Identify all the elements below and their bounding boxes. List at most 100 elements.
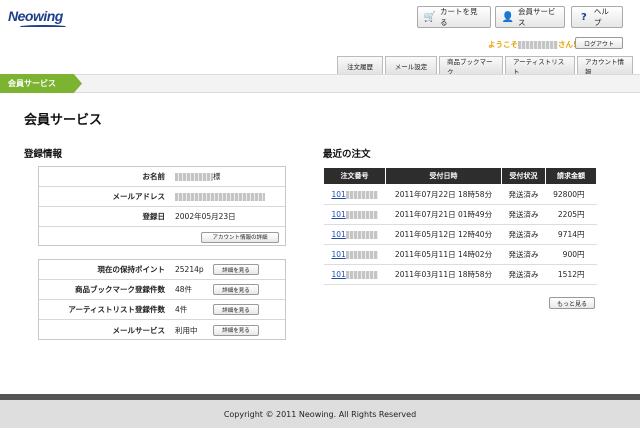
- registration-heading: 登録情報: [24, 149, 63, 160]
- table-row: 101 2011年07月22日 18時58分 発送済み 92800円: [323, 184, 597, 205]
- logout-button[interactable]: ログアウト: [575, 37, 623, 49]
- points-value: 25214p: [175, 265, 204, 274]
- order-number[interactable]: 101: [332, 190, 346, 199]
- breadcrumb: 会員サービス: [0, 74, 82, 93]
- member-service-button-label: 会員サービス: [518, 7, 556, 27]
- stats-box: 現在の保持ポイント 25214p 詳細を見る 商品ブックマーク登録件数 48件 …: [38, 259, 286, 340]
- footer-copyright: Copyright © 2011 Neowing. All Rights Res…: [0, 400, 640, 428]
- points-row: 現在の保持ポイント 25214p 詳細を見る: [39, 260, 285, 280]
- table-row: 101 2011年05月12日 12時40分 発送済み 9714円: [323, 224, 597, 245]
- help-button-label: ヘルプ: [593, 7, 609, 27]
- order-number-link[interactable]: 101: [323, 244, 386, 265]
- mail-label: メールサービス: [112, 325, 166, 335]
- order-status: 発送済み: [501, 204, 546, 225]
- col-amount: 請求金額: [545, 167, 597, 185]
- welcome-prefix: ようこそ: [488, 40, 518, 49]
- welcome-message: ようこそ さん!: [488, 39, 576, 50]
- register-date-label: 登録日: [142, 212, 166, 221]
- order-status: 発送済み: [501, 264, 546, 285]
- masked-order-number: [345, 231, 378, 239]
- cart-button-label: カートを見る: [440, 7, 478, 27]
- order-number[interactable]: 101: [332, 230, 346, 239]
- mail-value: 利用中: [175, 325, 198, 335]
- person-icon: 👤: [501, 11, 515, 23]
- tab-account-info[interactable]: アカウント情報: [577, 56, 633, 76]
- points-detail-button[interactable]: 詳細を見る: [213, 264, 259, 275]
- account-detail-row: アカウント情報の詳細: [39, 227, 285, 247]
- neowing-logo[interactable]: Neowing: [8, 8, 63, 24]
- bookmark-detail-button[interactable]: 詳細を見る: [213, 284, 259, 295]
- cart-icon: 🛒: [423, 11, 437, 23]
- order-number-link[interactable]: 101: [323, 184, 386, 205]
- order-date: 2011年05月11日 14時02分: [385, 244, 502, 265]
- order-date: 2011年07月22日 18時58分: [385, 184, 502, 205]
- masked-order-number: [345, 211, 378, 219]
- breadcrumb-bar: [0, 74, 640, 93]
- name-suffix: 様: [213, 172, 221, 181]
- masked-name: [175, 172, 213, 181]
- order-amount: 900円: [545, 244, 597, 265]
- account-detail-button[interactable]: アカウント情報の詳細: [201, 231, 279, 243]
- artist-value: 4件: [175, 305, 188, 314]
- email-label: メールアドレス: [112, 192, 166, 201]
- order-amount: 9714円: [545, 224, 597, 245]
- artist-label: アーティストリスト登録件数: [68, 305, 165, 314]
- orders-header-row: 注文番号 受付日時 受付状況 請求金額: [323, 167, 597, 185]
- orders-table: 注文番号 受付日時 受付状況 請求金額 101 2011年07月22日 18時5…: [323, 167, 597, 285]
- member-service-button[interactable]: 👤 会員サービス: [495, 6, 565, 28]
- col-date: 受付日時: [385, 167, 502, 185]
- col-status: 受付状況: [501, 167, 546, 185]
- bookmark-row: 商品ブックマーク登録件数 48件 詳細を見る: [39, 280, 285, 300]
- order-date: 2011年07月21日 01時49分: [385, 204, 502, 225]
- tab-artist-list[interactable]: アーティストリスト: [505, 56, 575, 76]
- help-button[interactable]: ? ヘルプ: [571, 6, 623, 28]
- masked-order-number: [345, 271, 378, 279]
- masked-username: [518, 41, 558, 49]
- table-row: 101 2011年03月11日 18時58分 発送済み 1512円: [323, 264, 597, 285]
- table-row: 101 2011年07月21日 01時49分 発送済み 2205円: [323, 204, 597, 225]
- artist-detail-button[interactable]: 詳細を見る: [213, 304, 259, 315]
- tab-bookmarks[interactable]: 商品ブックマーク: [439, 56, 503, 76]
- masked-order-number: [345, 251, 378, 259]
- page-title: 会員サービス: [24, 113, 103, 128]
- welcome-suffix: さん!: [558, 40, 577, 49]
- name-value: 様: [169, 171, 221, 182]
- order-number-link[interactable]: 101: [323, 224, 386, 245]
- order-number-link[interactable]: 101: [323, 264, 386, 285]
- name-label: お名前: [142, 172, 166, 181]
- logo-swoosh: [20, 25, 66, 28]
- email-row: メールアドレス: [39, 187, 285, 207]
- order-number[interactable]: 101: [332, 210, 346, 219]
- points-label: 現在の保持ポイント: [97, 265, 166, 274]
- order-amount: 1512円: [545, 264, 597, 285]
- question-icon: ?: [581, 11, 587, 23]
- register-date-row: 登録日 2002年05月23日: [39, 207, 285, 227]
- masked-order-number: [345, 191, 378, 199]
- col-order-no: 注文番号: [323, 167, 386, 185]
- bookmark-value: 48件: [175, 285, 193, 294]
- masked-email: [175, 192, 265, 201]
- recent-orders-heading: 最近の注文: [323, 149, 371, 160]
- mail-detail-button[interactable]: 詳細を見る: [213, 324, 259, 336]
- order-number[interactable]: 101: [332, 250, 346, 259]
- order-amount: 2205円: [545, 204, 597, 225]
- name-row: お名前 様: [39, 167, 285, 187]
- order-date: 2011年03月11日 18時58分: [385, 264, 502, 285]
- email-value: [169, 192, 265, 201]
- register-date-value: 2002年05月23日: [175, 212, 236, 221]
- tab-order-history[interactable]: 注文履歴: [337, 56, 383, 74]
- registration-info-box: お名前 様 メールアドレス 登録日 2002年05月23日 アカウント情報の詳細: [38, 166, 286, 246]
- mail-row: メールサービス 利用中 詳細を見る: [39, 320, 285, 340]
- order-status: 発送済み: [501, 244, 546, 265]
- order-number[interactable]: 101: [332, 270, 346, 279]
- tab-mail-settings[interactable]: メール設定: [385, 56, 437, 74]
- cart-button[interactable]: 🛒 カートを見る: [417, 6, 491, 28]
- order-number-link[interactable]: 101: [323, 204, 386, 225]
- table-row: 101 2011年05月11日 14時02分 発送済み 900円: [323, 244, 597, 265]
- order-date: 2011年05月12日 12時40分: [385, 224, 502, 245]
- order-status: 発送済み: [501, 224, 546, 245]
- account-tabs: 注文履歴 メール設定 商品ブックマーク アーティストリスト アカウント情報: [337, 56, 633, 76]
- bookmark-label: 商品ブックマーク登録件数: [75, 285, 165, 294]
- more-orders-button[interactable]: もっと見る: [549, 297, 595, 309]
- order-amount: 92800円: [545, 184, 597, 205]
